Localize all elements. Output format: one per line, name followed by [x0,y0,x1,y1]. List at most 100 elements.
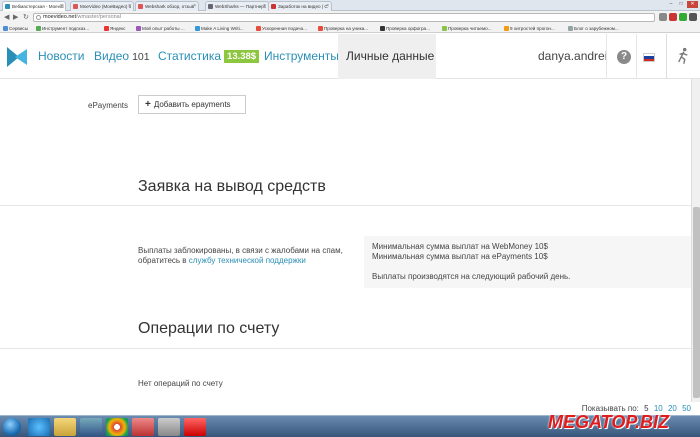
browser-tab[interactable]: Webshark обзор, отзыв × [135,1,199,11]
bookmark-label: Мой опыт работы ... [142,26,185,31]
moevideo-logo-icon[interactable] [7,47,27,67]
favicon-icon [271,4,276,9]
reload-icon[interactable]: ↻ [23,13,29,22]
bookmark-label: Проверка орфогра... [386,26,430,31]
info-line [372,262,683,272]
nav-tools-label: Инструменты [264,49,339,63]
nav-news[interactable]: Новости [38,34,84,79]
tab-label: Заработок на видео | С [278,4,328,9]
minimize-button[interactable]: – [667,1,675,8]
browser-tab[interactable]: Заработок на видео | С × [268,1,332,11]
page-size-option[interactable]: 20 [668,404,677,413]
nav-tools[interactable]: Инструменты [264,34,339,79]
ie-icon[interactable] [28,418,50,436]
bookmark-item[interactable]: Яндекс [104,24,125,33]
app-icon[interactable] [158,418,180,436]
bookmark-label: Проверка читаемо... [448,26,492,31]
nav-news-label: Новости [38,49,85,63]
exit-runner-icon [678,47,688,64]
divider [606,34,607,79]
maximize-button[interactable]: □ [677,1,685,8]
payout-info-box: Минимальная сумма выплат на WebMoney 10$… [364,236,691,288]
nav-personal-data[interactable]: Личные данные [338,34,436,79]
help-icon[interactable]: ? [617,50,631,64]
close-tab-icon[interactable]: × [263,2,266,11]
nav-videos-label: Видео [94,49,130,63]
bookmark-favicon-icon [256,26,261,31]
nav-personal-data-label: Личные данные [346,49,435,63]
bookmark-favicon-icon [195,26,200,31]
no-operations-text: Нет операций по счету [138,379,223,388]
bookmark-item[interactable]: Проверка орфогра... [380,24,430,33]
bookmark-item[interactable]: Make A Living Writi... [195,24,244,33]
logout-button[interactable] [666,34,700,79]
menu-icon[interactable] [689,13,697,21]
bookmark-item[interactable]: Мой опыт работы ... [136,24,185,33]
bookmark-item[interactable]: Проверка читаемо... [442,24,492,33]
adblock-icon[interactable] [669,13,677,21]
opera-icon[interactable] [132,418,154,436]
bookmark-label: Сервисы [9,26,29,31]
address-bar[interactable]: moevideo.net/wmaster/personal [33,13,655,22]
tab-label: Вебмастерская - Moevid [12,4,64,9]
browser-toolbar: ◀ ▶ ↻ moevideo.net/wmaster/personal [0,11,700,24]
main-content: ePayments + Добавить epayments Заявка на … [0,79,691,402]
explorer-icon[interactable] [54,418,76,436]
divider [0,348,691,349]
bookmark-favicon-icon [380,26,385,31]
browser-tab[interactable]: WebSharks — Партнерс × [205,1,269,11]
bookmark-item[interactable]: 9 хитростей прогон... [504,24,555,33]
page-scrollbar[interactable] [691,79,700,402]
add-epayments-label: Добавить epayments [153,100,231,109]
browser-tab[interactable]: Вебмастерская - Moevid × [2,1,66,11]
address-host: moevideo.net [43,14,77,20]
chrome-icon[interactable] [106,418,128,436]
info-line: Минимальная сумма выплат на WebMoney 10$ [372,242,548,251]
extension-icon[interactable] [659,13,667,21]
bookmark-favicon-icon [442,26,447,31]
username[interactable]: danya.andrei [538,34,607,79]
scrollbar-thumb[interactable] [693,207,700,398]
bookmark-favicon-icon [36,26,41,31]
support-link[interactable]: службу технической поддержки [189,256,306,265]
close-tab-icon[interactable]: × [193,2,196,11]
bookmark-item[interactable]: Сервисы [3,24,28,33]
bookmark-label: Яндекс [110,26,126,31]
extension-icon[interactable] [679,13,687,21]
favicon-icon [138,4,143,9]
nav-statistics-label: Статистика [158,49,222,63]
yandex-icon[interactable] [184,418,206,436]
close-tab-icon[interactable]: × [326,2,329,11]
bookmark-label: 9 хитростей прогон... [510,26,555,31]
video-count: 101 [132,51,150,63]
bookmark-item[interactable]: Проверка на уника... [318,24,368,33]
bookmark-item[interactable]: Блог о зарубежном... [568,24,619,33]
bookmark-favicon-icon [136,26,141,31]
nav-videos[interactable]: Видео 101 [94,34,150,79]
bookmarks-bar: Сервисы Инструмент подсказ... Яндекс Мой оп… [0,24,700,33]
favicon-icon [5,4,10,9]
window-controls: – □ ✕ [667,1,698,9]
add-epayments-button[interactable]: + Добавить epayments [138,95,246,114]
browser-tab-strip: Вебмастерская - Moevid × MoeVideo (МоеВиде… [0,0,700,11]
favicon-icon [208,4,213,9]
close-tab-icon[interactable]: × [128,2,131,11]
favicon-icon [73,4,78,9]
close-window-button[interactable]: ✕ [687,1,698,8]
divider [0,205,691,206]
page-size-option[interactable]: 50 [682,404,691,413]
russian-flag-icon[interactable] [643,53,655,62]
epayments-label: ePayments [88,101,129,110]
bookmark-item[interactable]: Инструмент подсказ... [36,24,89,33]
back-icon[interactable]: ◀ [4,13,9,22]
nav-statistics[interactable]: Статистика 13.38$ [158,34,260,79]
forward-icon[interactable]: ▶ [13,13,18,22]
plus-icon: + [145,99,151,110]
bookmark-label: Make A Living Writi... [201,26,244,31]
bookmark-item[interactable]: Ускоренная подача... [256,24,307,33]
close-tab-icon[interactable]: × [60,2,63,11]
media-icon[interactable] [80,418,102,436]
tab-label: Webshark обзор, отзыв [145,4,195,9]
browser-tab[interactable]: MoeVideo (МоеВидео) о × [70,1,134,11]
start-button-icon[interactable] [3,418,21,436]
